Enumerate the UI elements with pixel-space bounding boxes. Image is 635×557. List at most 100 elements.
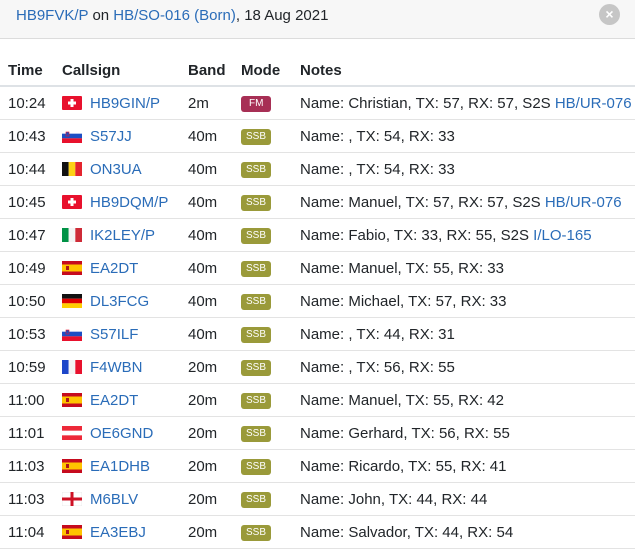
flag-switzerland-icon [62, 194, 82, 209]
mode-badge: SSB [241, 524, 272, 541]
callsign-link[interactable]: S57ILF [90, 326, 138, 343]
flag-slovenia-icon [62, 128, 82, 143]
qso-band: 20m [188, 383, 241, 417]
flag-slovenia-icon [62, 326, 82, 341]
qso-notes: Name: , TX: 56, RX: 55 [300, 350, 635, 384]
qso-time: 11:00 [0, 383, 62, 417]
close-icon[interactable]: × [599, 4, 620, 25]
qso-band: 20m [188, 482, 241, 516]
qso-notes: Name: Christian, TX: 57, RX: 57, S2S HB/… [300, 86, 635, 120]
flag-spain-icon [62, 392, 82, 407]
qso-mode-cell: SSB [241, 218, 300, 252]
s2s-summit-link[interactable]: I/LO-165 [533, 227, 591, 244]
qso-time: 11:01 [0, 416, 62, 450]
mode-badge: SSB [241, 260, 272, 277]
qso-time: 10:47 [0, 218, 62, 252]
qso-mode-cell: SSB [241, 416, 300, 450]
qso-time: 10:53 [0, 317, 62, 351]
table-row: 10:24 HB9GIN/P 2m FM Name: Christian, TX: 57… [0, 86, 635, 120]
callsign-link[interactable]: EA2DT [90, 392, 138, 409]
s2s-summit-link[interactable]: HB/UR-076 [545, 194, 622, 211]
notes-text: Name: Salvador, TX: 44, RX: 54 [300, 523, 514, 541]
qso-notes: Name: John, TX: 44, RX: 44 [300, 482, 635, 516]
flag-england-icon [62, 491, 83, 506]
qso-band: 20m [188, 449, 241, 483]
qso-callsign-cell: HB9GIN/P [62, 86, 188, 120]
qso-band: 40m [188, 317, 241, 351]
activator-callsign-link[interactable]: HB9FVK/P [16, 7, 88, 24]
qso-callsign-cell: ON3UA [62, 152, 188, 186]
callsign-link[interactable]: M6BLV [90, 491, 138, 508]
summit-link[interactable]: HB/SO-016 (Born) [113, 7, 236, 24]
flag-germany-icon [62, 293, 82, 308]
callsign-link[interactable]: IK2LEY/P [90, 227, 155, 244]
flag-france-icon [62, 359, 82, 374]
qso-mode-cell: SSB [241, 251, 300, 285]
log-header: HB9FVK/P on HB/SO-016 (Born), 18 Aug 202… [0, 0, 635, 39]
qso-band: 20m [188, 350, 241, 384]
table-row: 10:49 EA2DT 40m SSB Name: Manuel, TX: 55, RX… [0, 251, 635, 285]
qso-callsign-cell: S57ILF [62, 317, 188, 351]
callsign-link[interactable]: F4WBN [90, 359, 143, 376]
column-header-band: Band [188, 56, 241, 87]
qso-mode-cell: SSB [241, 515, 300, 549]
mode-badge: SSB [241, 128, 272, 145]
qso-band: 40m [188, 152, 241, 186]
notes-text: Name: Michael, TX: 57, RX: 33 [300, 292, 507, 310]
qso-notes: Name: Fabio, TX: 33, RX: 55, S2S I/LO-16… [300, 218, 635, 252]
qso-band: 40m [188, 218, 241, 252]
qso-mode-cell: SSB [241, 152, 300, 186]
date-separator: , [235, 7, 245, 24]
s2s-summit-link[interactable]: HB/UR-076 [555, 95, 632, 112]
qso-time: 10:45 [0, 185, 62, 219]
qso-callsign-cell: OE6GND [62, 416, 188, 450]
callsign-link[interactable]: DL3FCG [90, 293, 149, 310]
qso-mode-cell: SSB [241, 482, 300, 516]
table-header-row: Time Callsign Band Mode Notes [0, 56, 635, 87]
qso-mode-cell: SSB [241, 284, 300, 318]
qso-mode-cell: SSB [241, 350, 300, 384]
flag-spain-icon [62, 524, 82, 539]
qso-band: 2m [188, 86, 241, 120]
qso-band: 40m [188, 284, 241, 318]
qso-band: 40m [188, 119, 241, 153]
table-row: 10:43 S57JJ 40m SSB Name: , TX: 54, RX: 33 [0, 119, 635, 153]
table-row: 10:59 F4WBN 20m SSB Name: , TX: 56, RX: 55 [0, 350, 635, 384]
table-row: 11:03 M6BLV 20m SSB Name: John, TX: 44, RX: … [0, 482, 635, 516]
notes-text: Name: Manuel, TX: 57, RX: 57, S2S [300, 193, 545, 211]
qso-callsign-cell: EA2DT [62, 383, 188, 417]
callsign-link[interactable]: EA3EBJ [90, 524, 146, 541]
mode-badge: SSB [241, 392, 272, 409]
mode-badge: SSB [241, 293, 272, 310]
qso-table: Time Callsign Band Mode Notes 10:24 HB9GI… [0, 56, 635, 549]
qso-callsign-cell: S57JJ [62, 119, 188, 153]
callsign-link[interactable]: EA2DT [90, 260, 138, 277]
callsign-link[interactable]: EA1DHB [90, 458, 150, 475]
callsign-link[interactable]: ON3UA [90, 161, 142, 178]
qso-mode-cell: SSB [241, 185, 300, 219]
column-header-mode: Mode [241, 56, 300, 87]
qso-band: 40m [188, 251, 241, 285]
qso-callsign-cell: F4WBN [62, 350, 188, 384]
on-word: on [92, 7, 110, 24]
callsign-link[interactable]: HB9GIN/P [90, 95, 160, 112]
qso-mode-cell: SSB [241, 383, 300, 417]
callsign-link[interactable]: S57JJ [90, 128, 132, 145]
callsign-link[interactable]: HB9DQM/P [90, 194, 168, 211]
qso-mode-cell: SSB [241, 119, 300, 153]
notes-text: Name: Christian, TX: 57, RX: 57, S2S [300, 94, 555, 112]
notes-text: Name: , TX: 44, RX: 31 [300, 325, 455, 343]
notes-text: Name: Manuel, TX: 55, RX: 42 [300, 391, 504, 409]
mode-badge: SSB [241, 359, 272, 376]
notes-text: Name: , TX: 54, RX: 33 [300, 127, 455, 145]
callsign-link[interactable]: OE6GND [90, 425, 153, 442]
flag-spain-icon [62, 260, 82, 275]
notes-text: Name: , TX: 54, RX: 33 [300, 160, 455, 178]
qso-notes: Name: Manuel, TX: 55, RX: 42 [300, 383, 635, 417]
table-row: 11:01 OE6GND 20m SSB Name: Gerhard, TX: 56, … [0, 416, 635, 450]
qso-time: 10:44 [0, 152, 62, 186]
qso-callsign-cell: EA2DT [62, 251, 188, 285]
qso-time: 10:43 [0, 119, 62, 153]
table-row: 11:04 EA3EBJ 20m SSB Name: Salvador, TX: 44,… [0, 515, 635, 549]
column-header-notes: Notes [300, 56, 635, 87]
